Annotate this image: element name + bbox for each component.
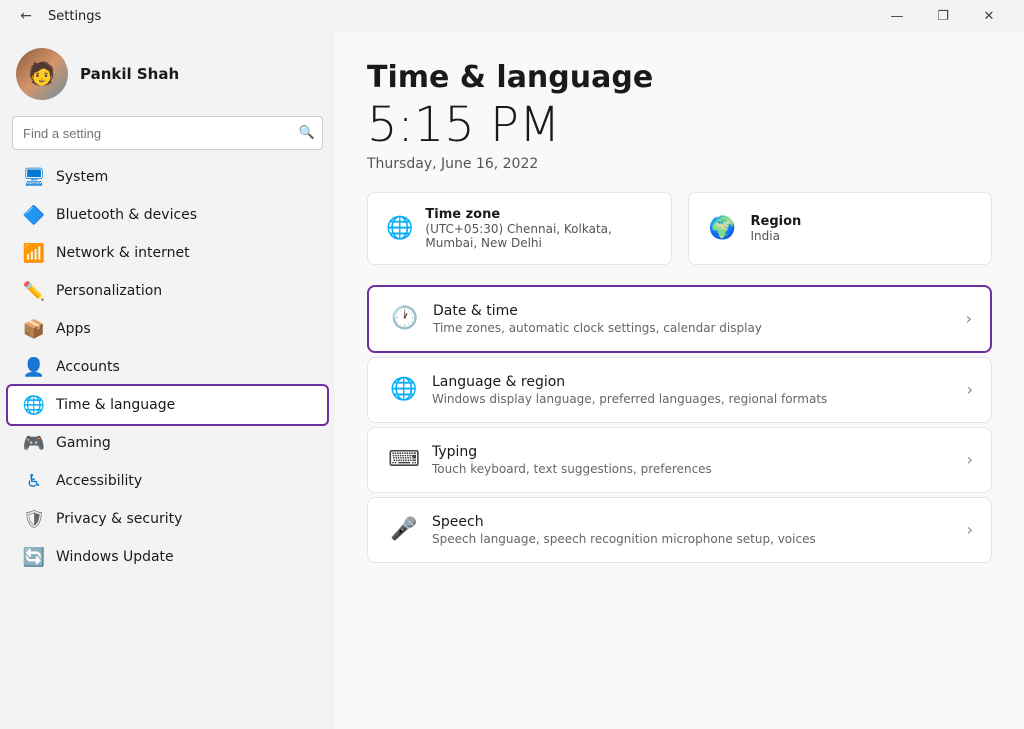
search-container: 🔍: [12, 116, 323, 150]
sidebar-item-update[interactable]: 🔄 Windows Update: [8, 538, 327, 576]
sidebar-item-system[interactable]: 🖥 System: [8, 158, 327, 196]
time-label: Time & language: [56, 397, 311, 413]
settings-item-typing[interactable]: ⌨ Typing Touch keyboard, text suggestion…: [367, 427, 992, 493]
update-icon: 🔄: [24, 547, 44, 567]
sidebar-item-network[interactable]: 📶 Network & internet: [8, 234, 327, 272]
language-region-text: Language & region Windows display langua…: [432, 374, 967, 406]
gaming-label: Gaming: [56, 435, 311, 451]
sidebar-item-privacy[interactable]: 🛡 Privacy & security: [8, 500, 327, 538]
language-region-label: Language & region: [432, 374, 967, 390]
sidebar-item-apps[interactable]: 📦 Apps: [8, 310, 327, 348]
personalization-label: Personalization: [56, 283, 311, 299]
timezone-label: Time zone: [425, 207, 652, 222]
language-region-desc: Windows display language, preferred lang…: [432, 392, 967, 406]
accessibility-icon: ♿: [24, 471, 44, 491]
apps-icon: 📦: [24, 319, 44, 339]
sidebar-nav: 🖥 System 🔷 Bluetooth & devices 📶 Network…: [0, 158, 335, 576]
timezone-value: (UTC+05:30) Chennai, Kolkata, Mumbai, Ne…: [425, 222, 652, 250]
typing-desc: Touch keyboard, text suggestions, prefer…: [432, 462, 967, 476]
sidebar-item-bluetooth[interactable]: 🔷 Bluetooth & devices: [8, 196, 327, 234]
info-card-timezone: 🌐 Time zone (UTC+05:30) Chennai, Kolkata…: [367, 192, 672, 265]
settings-item-language-region[interactable]: 🌐 Language & region Windows display lang…: [367, 357, 992, 423]
minimize-button[interactable]: —: [874, 0, 920, 32]
settings-item-speech[interactable]: 🎤 Speech Speech language, speech recogni…: [367, 497, 992, 563]
typing-icon: ⌨: [386, 442, 422, 478]
info-cards: 🌐 Time zone (UTC+05:30) Chennai, Kolkata…: [367, 192, 992, 265]
current-time: 5:15 PM: [367, 99, 992, 152]
region-icon: 🌍: [707, 212, 739, 244]
network-label: Network & internet: [56, 245, 311, 261]
privacy-label: Privacy & security: [56, 511, 311, 527]
settings-list: 🕐 Date & time Time zones, automatic cloc…: [367, 285, 992, 563]
bluetooth-icon: 🔷: [24, 205, 44, 225]
gaming-icon: 🎮: [24, 433, 44, 453]
region-text: Region India: [751, 214, 802, 243]
sidebar-item-gaming[interactable]: 🎮 Gaming: [8, 424, 327, 462]
username: Pankil Shah: [80, 65, 179, 83]
sidebar: 🧑 Pankil Shah 🔍 🖥 System 🔷 Bluetooth & d…: [0, 32, 335, 729]
app-title: Settings: [48, 9, 866, 24]
sidebar-item-time[interactable]: 🌐 Time & language: [8, 386, 327, 424]
date-time-text: Date & time Time zones, automatic clock …: [433, 303, 966, 335]
timezone-text: Time zone (UTC+05:30) Chennai, Kolkata, …: [425, 207, 652, 250]
accessibility-label: Accessibility: [56, 473, 311, 489]
sidebar-item-accessibility[interactable]: ♿ Accessibility: [8, 462, 327, 500]
settings-item-date-time[interactable]: 🕐 Date & time Time zones, automatic cloc…: [367, 285, 992, 353]
system-icon: 🖥: [24, 167, 44, 187]
speech-icon: 🎤: [386, 512, 422, 548]
personalization-icon: ✏️: [24, 281, 44, 301]
time-icon: 🌐: [24, 395, 44, 415]
user-profile[interactable]: 🧑 Pankil Shah: [0, 32, 335, 112]
main-content: Time & language 5:15 PM Thursday, June 1…: [335, 32, 1024, 729]
system-label: System: [56, 169, 311, 185]
language-region-chevron: ›: [967, 380, 973, 399]
avatar: 🧑: [16, 48, 68, 100]
speech-label: Speech: [432, 514, 967, 530]
speech-text: Speech Speech language, speech recogniti…: [432, 514, 967, 546]
typing-text: Typing Touch keyboard, text suggestions,…: [432, 444, 967, 476]
titlebar: ← Settings — ❐ ✕: [0, 0, 1024, 32]
typing-label: Typing: [432, 444, 967, 460]
info-card-region: 🌍 Region India: [688, 192, 993, 265]
network-icon: 📶: [24, 243, 44, 263]
sidebar-item-accounts[interactable]: 👤 Accounts: [8, 348, 327, 386]
speech-chevron: ›: [967, 520, 973, 539]
accounts-label: Accounts: [56, 359, 311, 375]
date-time-label: Date & time: [433, 303, 966, 319]
date-time-icon: 🕐: [387, 301, 423, 337]
region-label: Region: [751, 214, 802, 229]
sidebar-item-personalization[interactable]: ✏️ Personalization: [8, 272, 327, 310]
privacy-icon: 🛡: [24, 509, 44, 529]
apps-label: Apps: [56, 321, 311, 337]
window-controls: — ❐ ✕: [874, 0, 1012, 32]
region-value: India: [751, 229, 802, 243]
maximize-button[interactable]: ❐: [920, 0, 966, 32]
accounts-icon: 👤: [24, 357, 44, 377]
search-input[interactable]: [12, 116, 323, 150]
page-title: Time & language: [367, 60, 992, 95]
current-date: Thursday, June 16, 2022: [367, 156, 992, 172]
update-label: Windows Update: [56, 549, 311, 565]
date-time-chevron: ›: [966, 309, 972, 328]
language-region-icon: 🌐: [386, 372, 422, 408]
speech-desc: Speech language, speech recognition micr…: [432, 532, 967, 546]
app-body: 🧑 Pankil Shah 🔍 🖥 System 🔷 Bluetooth & d…: [0, 32, 1024, 729]
back-button[interactable]: ←: [12, 2, 40, 30]
date-time-desc: Time zones, automatic clock settings, ca…: [433, 321, 966, 335]
timezone-icon: 🌐: [386, 212, 413, 244]
close-button[interactable]: ✕: [966, 0, 1012, 32]
bluetooth-label: Bluetooth & devices: [56, 207, 311, 223]
typing-chevron: ›: [967, 450, 973, 469]
